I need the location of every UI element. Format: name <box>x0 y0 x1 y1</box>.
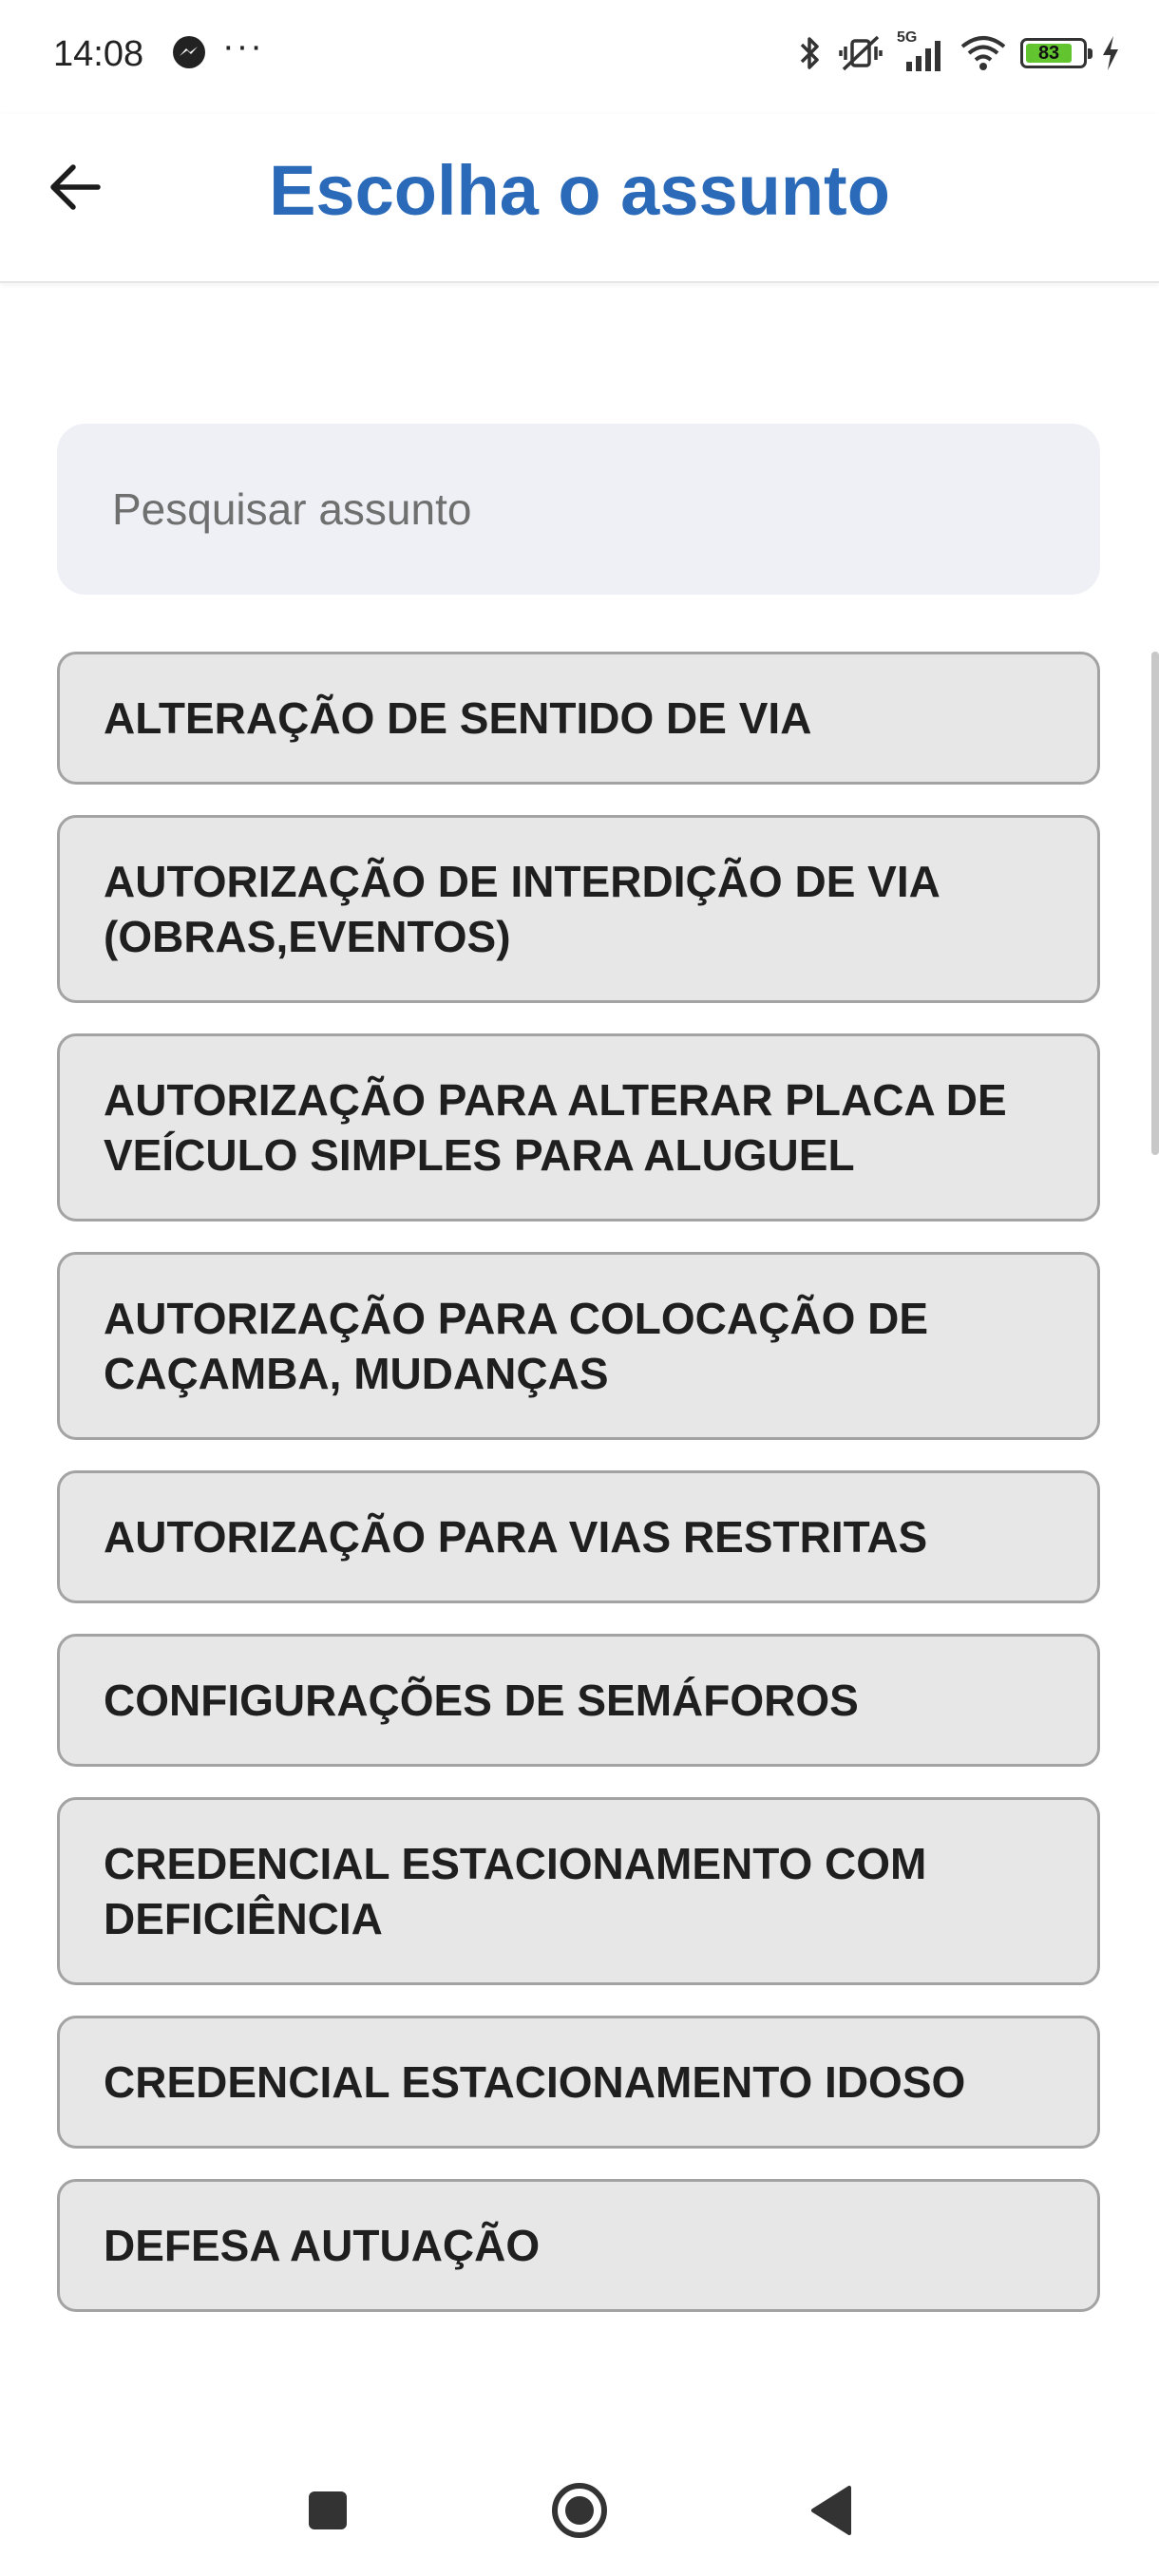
page-title: Escolha o assunto <box>269 151 890 230</box>
system-nav-bar <box>0 2441 1159 2576</box>
battery-level: 83 <box>1026 43 1073 64</box>
more-notifications-icon: ··· <box>222 27 264 66</box>
circle-icon <box>550 2481 609 2545</box>
vibrate-mute-icon <box>838 33 884 73</box>
signal-5g-icon: 5G <box>897 29 946 73</box>
subject-list[interactable]: ALTERAÇÃO DE SENTIDO DE VIA AUTORIZAÇÃO … <box>57 652 1100 2441</box>
home-button[interactable] <box>546 2479 613 2546</box>
nav-back-button[interactable] <box>798 2479 864 2546</box>
messenger-icon <box>171 34 207 70</box>
search-input[interactable] <box>57 424 1100 595</box>
square-icon <box>306 2489 350 2537</box>
subject-item-alteracao-sentido-via[interactable]: ALTERAÇÃO DE SENTIDO DE VIA <box>57 652 1100 785</box>
subject-item-credencial-idoso[interactable]: CREDENCIAL ESTACIONAMENTO IDOSO <box>57 2016 1100 2149</box>
subject-item-credencial-deficiencia[interactable]: CREDENCIAL ESTACIONAMENTO COM DEFICIÊNCI… <box>57 1797 1100 1985</box>
status-time: 14:08 <box>53 34 144 74</box>
wifi-icon <box>960 33 1007 73</box>
triangle-left-icon <box>809 2485 853 2541</box>
subject-item-interdicao-via[interactable]: AUTORIZAÇÃO DE INTERDIÇÃO DE VIA (OBRAS,… <box>57 815 1100 1003</box>
status-icons: 5G 83 <box>796 29 1121 74</box>
app-bar: Escolha o assunto <box>0 114 1159 283</box>
subject-item-defesa-autuacao[interactable]: DEFESA AUTUAÇÃO <box>57 2179 1100 2312</box>
bluetooth-icon <box>796 33 825 73</box>
status-bar: 14:08 ··· 5G 83 <box>0 0 1159 114</box>
subject-item-semaforos[interactable]: CONFIGURAÇÕES DE SEMÁFOROS <box>57 1634 1100 1767</box>
list-scrollbar[interactable] <box>1151 652 1159 1155</box>
recents-button[interactable] <box>294 2479 361 2546</box>
battery-icon: 83 <box>1020 38 1092 68</box>
charging-icon <box>1100 34 1121 72</box>
subject-item-cacamba-mudancas[interactable]: AUTORIZAÇÃO PARA COLOCAÇÃO DE CAÇAMBA, M… <box>57 1252 1100 1440</box>
subject-item-vias-restritas[interactable]: AUTORIZAÇÃO PARA VIAS RESTRITAS <box>57 1470 1100 1603</box>
subject-item-alterar-placa[interactable]: AUTORIZAÇÃO PARA ALTERAR PLACA DE VEÍCUL… <box>57 1033 1100 1222</box>
